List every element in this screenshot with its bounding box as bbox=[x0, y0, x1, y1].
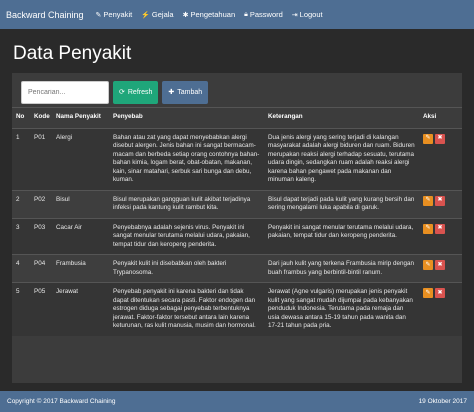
cell-no: 1 bbox=[12, 127, 30, 190]
header-no: No bbox=[12, 107, 30, 128]
cell-nama: Bisul bbox=[52, 189, 109, 218]
cell-keterangan: Dari jauh kulit yang terkena Frambusia m… bbox=[264, 254, 419, 283]
refresh-icon: ⟳ bbox=[119, 89, 125, 96]
cell-nama: Cacar Air bbox=[52, 217, 109, 255]
cell-penyebab: Penyebabnya adalah sejenis virus. Penyak… bbox=[109, 217, 264, 255]
table-row: 4 P04 Frambusia Penyakit kulit ini diseb… bbox=[12, 254, 462, 283]
nav-item-label: Logout bbox=[299, 10, 323, 19]
header-kode: Kode bbox=[30, 107, 52, 128]
nav-item-label: Gejala bbox=[151, 10, 174, 19]
edit-button[interactable]: ✎ bbox=[423, 288, 433, 298]
nav-item-gejala[interactable]: ⚡ Gejala bbox=[141, 10, 173, 19]
trash-icon: ✖ bbox=[437, 225, 443, 232]
edit-icon: ✎ bbox=[425, 197, 431, 204]
logout-icon: ⇥ bbox=[291, 11, 298, 19]
delete-button[interactable]: ✖ bbox=[435, 288, 445, 298]
lock-icon: 🔒︎ bbox=[244, 10, 248, 18]
cell-keterangan: Jerawat (Agne vulgaris) merupakan jenis … bbox=[264, 282, 419, 336]
asterisk-icon: ✱ bbox=[182, 11, 189, 19]
cell-penyebab: Penyakit kulit ini disebabkan oleh bakte… bbox=[109, 254, 264, 283]
header-keterangan: Keterangan bbox=[264, 107, 419, 128]
trash-icon: ✖ bbox=[437, 135, 443, 142]
nav-item-penyakit[interactable]: ✎ Penyakit bbox=[96, 10, 133, 19]
cell-keterangan: Dua jenis alergi yang sering terjadi di … bbox=[264, 127, 419, 190]
search-input[interactable] bbox=[21, 80, 109, 104]
table-row: 2 P02 Bisul Bisul merupakan gangguan kul… bbox=[12, 189, 462, 218]
cell-aksi: ✎ ✖ bbox=[419, 217, 462, 255]
header-penyebab: Penyebab bbox=[109, 107, 264, 128]
cell-no: 4 bbox=[12, 254, 30, 283]
trash-icon: ✖ bbox=[437, 261, 443, 268]
data-panel: ⟳Refresh ✚Tambah No Kode Nama Penyakit P… bbox=[12, 73, 462, 383]
cell-no: 3 bbox=[12, 217, 30, 255]
table-header-row: No Kode Nama Penyakit Penyebab Keteranga… bbox=[12, 107, 462, 128]
edit-icon: ✎ bbox=[425, 225, 431, 232]
plus-icon: ✚ bbox=[168, 89, 175, 96]
footer-copyright: Copyright © 2017 Backward Chaining bbox=[7, 398, 116, 405]
cell-aksi: ✎ ✖ bbox=[419, 254, 462, 283]
nav-item-pengetahuan[interactable]: ✱ Pengetahuan bbox=[183, 10, 236, 19]
nav-item-label: Penyakit bbox=[103, 10, 133, 19]
cell-penyebab: Penyebab penyakit ini karena bakteri dan… bbox=[109, 282, 264, 336]
edit-icon: ✎ bbox=[425, 289, 431, 296]
nav-item-label: Pengetahuan bbox=[190, 10, 236, 19]
footer-date: 19 Oktober 2017 bbox=[418, 398, 467, 405]
delete-button[interactable]: ✖ bbox=[435, 133, 445, 144]
cell-aksi: ✎ ✖ bbox=[419, 282, 462, 336]
cell-aksi: ✎ ✖ bbox=[419, 189, 462, 218]
trash-icon: ✖ bbox=[437, 197, 443, 204]
wrench-icon: ✎ bbox=[95, 11, 102, 19]
disease-table: No Kode Nama Penyakit Penyebab Keteranga… bbox=[12, 107, 462, 336]
delete-button[interactable]: ✖ bbox=[435, 195, 445, 206]
table-row: 1 P01 Alergi Bahan atau zat yang dapat m… bbox=[12, 127, 462, 190]
cell-aksi: ✎ ✖ bbox=[419, 127, 462, 190]
nav-item-logout[interactable]: ⇥ Logout bbox=[292, 10, 323, 19]
delete-button[interactable]: ✖ bbox=[435, 223, 445, 234]
cell-kode: P04 bbox=[30, 254, 52, 283]
edit-icon: ✎ bbox=[425, 261, 431, 268]
cell-kode: P01 bbox=[30, 127, 52, 190]
cell-no: 2 bbox=[12, 189, 30, 218]
edit-button[interactable]: ✎ bbox=[423, 195, 433, 206]
add-label: Tambah bbox=[177, 88, 203, 96]
cell-kode: P05 bbox=[30, 282, 52, 336]
cell-penyebab: Bisul merupakan gangguan kulit akibat te… bbox=[109, 189, 264, 218]
navbar: Backward Chaining ✎ Penyakit ⚡ Gejala ✱ Pen… bbox=[0, 0, 474, 29]
add-button[interactable]: ✚ Tambah bbox=[162, 80, 209, 104]
header-nama: Nama Penyakit bbox=[52, 107, 109, 128]
table-row: 5 P05 Jerawat Penyebab penyakit ini kare… bbox=[12, 282, 462, 336]
cell-keterangan: Penyakit ini sangat menular terutama mel… bbox=[264, 217, 419, 255]
header-aksi: Aksi bbox=[419, 107, 462, 128]
edit-button[interactable]: ✎ bbox=[423, 133, 433, 144]
cell-nama: Frambusia bbox=[52, 254, 109, 283]
lightning-icon: ⚡ bbox=[141, 11, 150, 19]
toolbar: ⟳Refresh ✚Tambah bbox=[12, 73, 462, 106]
edit-button[interactable]: ✎ bbox=[423, 223, 433, 234]
refresh-label: Refresh bbox=[127, 88, 153, 96]
nav-item-password[interactable]: 🔒︎ Password bbox=[244, 10, 283, 19]
refresh-button[interactable]: ⟳ Refresh bbox=[113, 80, 159, 104]
cell-keterangan: Bisul dapat terjadi pada kulit yang kura… bbox=[264, 189, 419, 218]
nav-item-label: Password bbox=[249, 10, 283, 19]
cell-kode: P02 bbox=[30, 189, 52, 218]
edit-icon: ✎ bbox=[425, 135, 431, 142]
cell-nama: Alergi bbox=[52, 127, 109, 190]
edit-button[interactable]: ✎ bbox=[423, 260, 433, 270]
cell-nama: Jerawat bbox=[52, 282, 109, 336]
delete-button[interactable]: ✖ bbox=[435, 260, 445, 270]
footer: Copyright © 2017 Backward Chaining 19 Ok… bbox=[0, 391, 474, 412]
brand-link[interactable]: Backward Chaining bbox=[6, 10, 84, 20]
table-row: 3 P03 Cacar Air Penyebabnya adalah sejen… bbox=[12, 217, 462, 255]
cell-penyebab: Bahan atau zat yang dapat menyebabkan al… bbox=[109, 127, 264, 190]
cell-kode: P03 bbox=[30, 217, 52, 255]
cell-no: 5 bbox=[12, 282, 30, 336]
trash-icon: ✖ bbox=[437, 289, 443, 296]
